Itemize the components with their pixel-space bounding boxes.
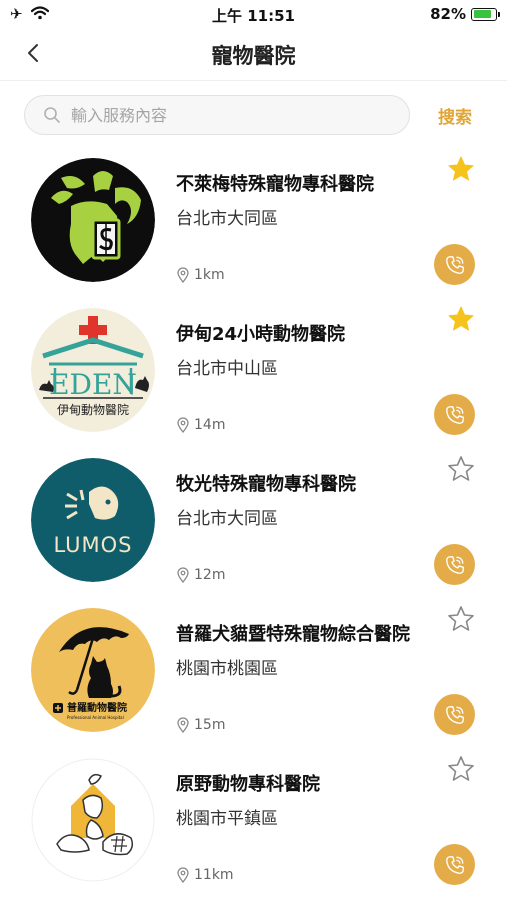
battery-fill <box>473 10 491 18</box>
call-button[interactable] <box>434 844 475 885</box>
bremen-logo <box>31 158 155 282</box>
hospital-name: 原野動物專科醫院 <box>176 774 320 795</box>
search-input[interactable] <box>69 104 363 126</box>
pro-subcaption: Professional Animal Hospital <box>67 715 124 720</box>
distance-value: 14m <box>194 417 226 433</box>
lumos-wordmark: LUMOS <box>53 533 132 557</box>
location-pin-icon <box>177 417 189 433</box>
distance-value: 11km <box>194 867 234 883</box>
eden-caption: 伊甸動物醫院 <box>57 403 129 417</box>
phone-icon <box>445 555 464 574</box>
distance: 12m <box>176 567 225 583</box>
phone-icon <box>445 705 464 724</box>
favorite-star-icon[interactable] <box>446 304 476 334</box>
phone-icon <box>445 405 464 424</box>
hospital-logo <box>31 758 155 882</box>
search-button[interactable]: 搜索 <box>438 103 472 128</box>
call-button[interactable] <box>434 394 475 435</box>
pro-logo: 普羅動物醫院 Professional Animal Hospital <box>31 608 155 732</box>
status-bar: ✈ 上午 11:51 82% <box>0 0 507 30</box>
nav-bar: 寵物醫院 <box>0 30 507 81</box>
hospital-district: 桃園市桃園區 <box>176 659 278 679</box>
battery-icon <box>471 7 500 21</box>
search-bar[interactable] <box>24 95 410 135</box>
hospital-list: 不萊梅特殊寵物專科醫院 台北市大同區 1km EDEN 伊甸動物醫院 伊甸24小… <box>0 150 507 900</box>
hospital-logo: LUMOS <box>31 458 155 582</box>
list-item[interactable]: 原野動物專科醫院 桃園市平鎮區 11km <box>0 750 507 900</box>
hospital-district: 台北市大同區 <box>176 209 278 229</box>
favorite-star-icon[interactable] <box>446 154 476 184</box>
status-right: 82% <box>430 5 500 23</box>
call-button[interactable] <box>434 244 475 285</box>
list-item[interactable]: LUMOS 牧光特殊寵物專科醫院 台北市大同區 12m <box>0 450 507 600</box>
phone-icon <box>445 855 464 874</box>
hospital-name: 伊甸24小時動物醫院 <box>176 324 346 345</box>
favorite-star-icon[interactable] <box>446 604 476 634</box>
page-title: 寵物醫院 <box>211 44 296 68</box>
hospital-name: 不萊梅特殊寵物專科醫院 <box>176 174 374 195</box>
battery-percent: 82% <box>430 5 466 23</box>
phone-icon <box>445 255 464 274</box>
list-item[interactable]: 不萊梅特殊寵物專科醫院 台北市大同區 1km <box>0 150 507 300</box>
distance-value: 1km <box>194 267 225 283</box>
favorite-star-icon[interactable] <box>446 754 476 784</box>
hospital-logo <box>31 158 155 282</box>
hospital-district: 桃園市平鎮區 <box>176 809 278 829</box>
hospital-logo: 普羅動物醫院 Professional Animal Hospital <box>31 608 155 732</box>
favorite-star-icon[interactable] <box>446 454 476 484</box>
eden-wordmark: EDEN <box>49 368 137 401</box>
distance-value: 15m <box>194 717 226 733</box>
distance: 1km <box>176 267 225 283</box>
search-icon <box>44 107 60 123</box>
pro-caption: 普羅動物醫院 <box>67 701 127 714</box>
list-item[interactable]: EDEN 伊甸動物醫院 伊甸24小時動物醫院 台北市中山區 14m <box>0 300 507 450</box>
hospital-logo: EDEN 伊甸動物醫院 <box>31 308 155 432</box>
lumos-logo: LUMOS <box>31 458 155 582</box>
list-item[interactable]: 普羅動物醫院 Professional Animal Hospital 普羅犬貓… <box>0 600 507 750</box>
distance: 15m <box>176 717 225 733</box>
wildland-logo <box>31 758 155 882</box>
location-pin-icon <box>177 267 189 283</box>
hospital-district: 台北市中山區 <box>176 359 278 379</box>
distance-value: 12m <box>194 567 226 583</box>
location-pin-icon <box>177 567 189 583</box>
call-button[interactable] <box>434 694 475 735</box>
location-pin-icon <box>177 717 189 733</box>
call-button[interactable] <box>434 544 475 585</box>
location-pin-icon <box>177 867 189 883</box>
eden-logo: EDEN 伊甸動物醫院 <box>31 308 155 432</box>
distance: 14m <box>176 417 225 433</box>
hospital-name: 牧光特殊寵物專科醫院 <box>176 474 356 495</box>
hospital-district: 台北市大同區 <box>176 509 278 529</box>
hospital-name: 普羅犬貓暨特殊寵物綜合醫院 <box>176 624 410 645</box>
distance: 11km <box>176 867 234 883</box>
